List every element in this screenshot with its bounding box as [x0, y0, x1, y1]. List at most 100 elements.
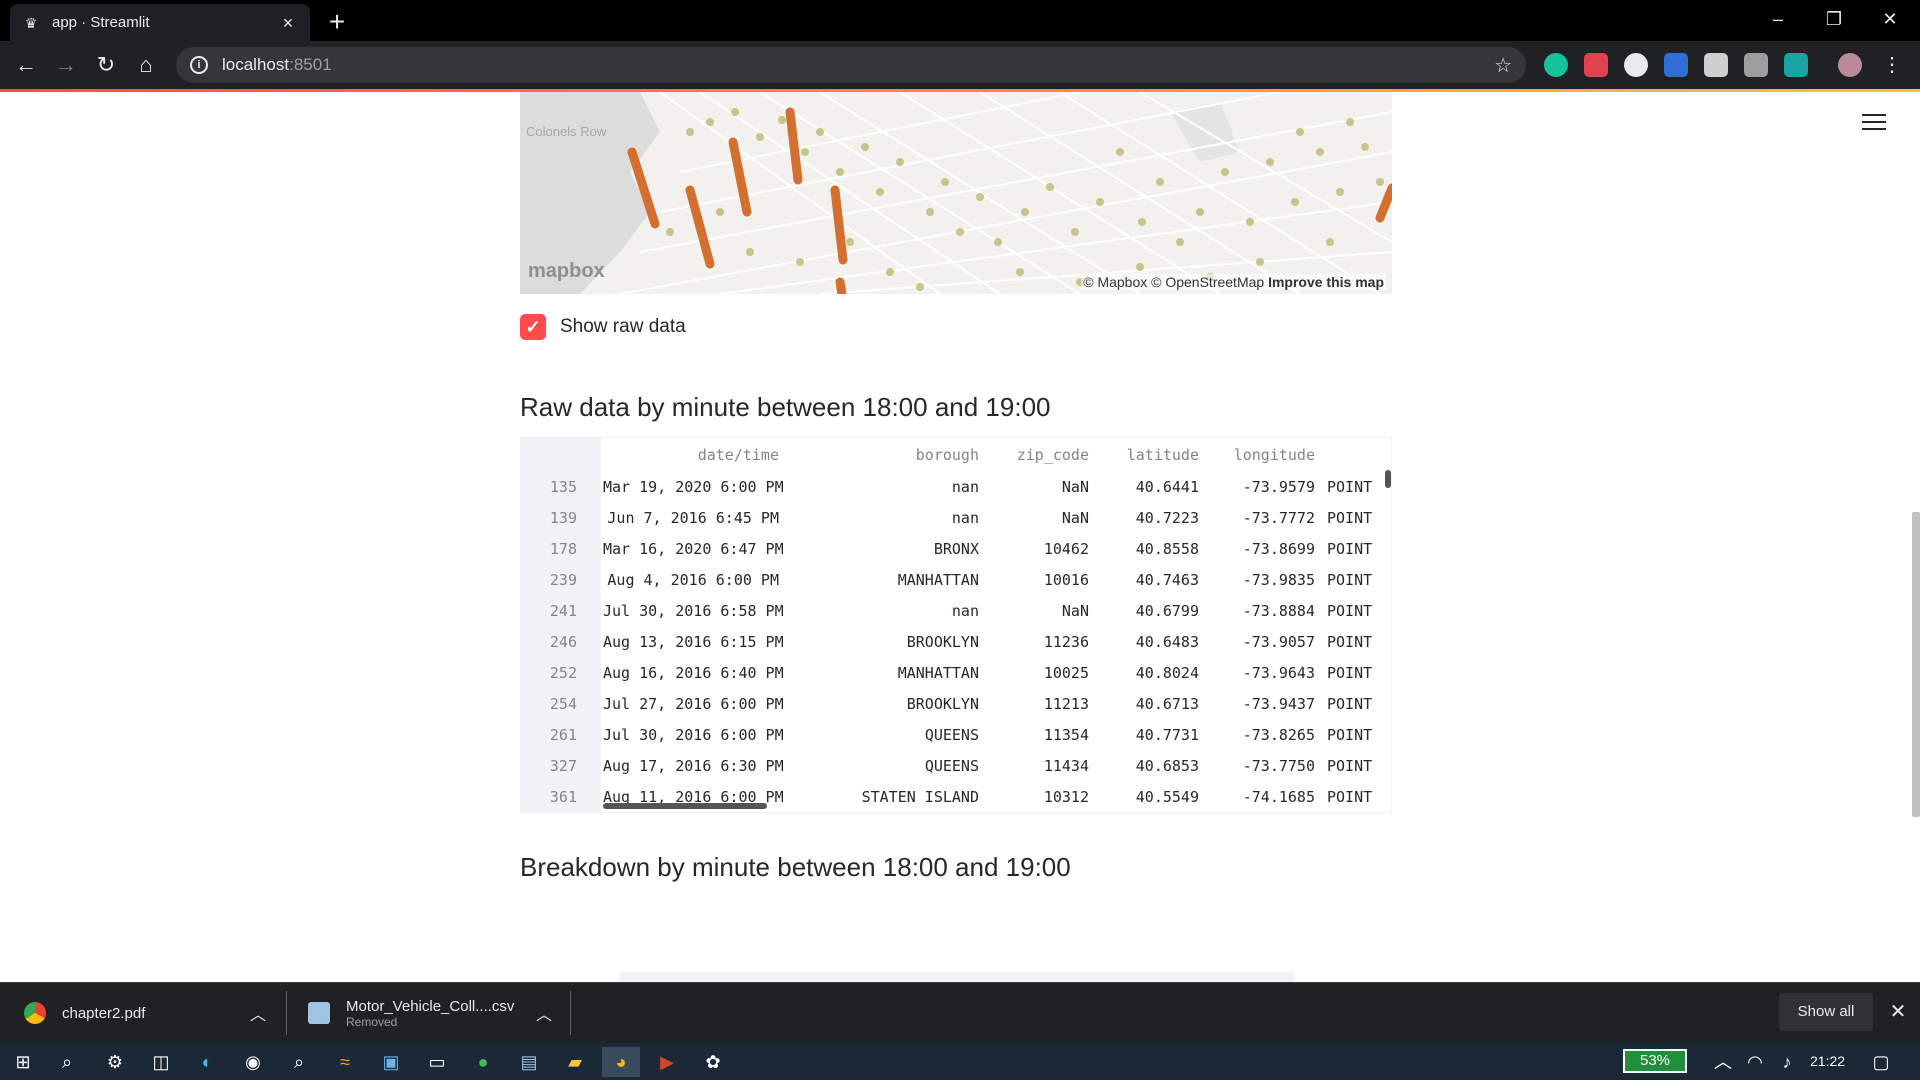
app-icon[interactable]: ≈ — [330, 1047, 360, 1077]
chevron-up-icon[interactable]: ︿ — [250, 1001, 266, 1025]
bookmark-star-icon[interactable]: ☆ — [1494, 53, 1512, 78]
notepad-icon[interactable]: ▤ — [514, 1047, 544, 1077]
search-icon[interactable]: ⌕ — [52, 1047, 82, 1077]
table-row[interactable]: 261 Jul 30, 2016 6:00 PM QUEENS 11354 40.773… — [521, 720, 1391, 751]
table-row[interactable]: 139 Jun 7, 2016 6:45 PM nan NaN 40.7223 -73.7… — [521, 503, 1391, 534]
table-row[interactable]: 327 Aug 17, 2016 6:30 PM QUEENS 11434 40.685… — [521, 751, 1391, 782]
show-raw-data-checkbox[interactable]: ✓ Show raw data — [520, 314, 686, 340]
store-icon[interactable]: ◫ — [146, 1047, 176, 1077]
page-scrollbar[interactable] — [1912, 512, 1920, 817]
cell-point: POINT — [1327, 478, 1373, 496]
cell-latitude: 40.6483 — [1135, 633, 1199, 651]
table-vertical-scrollbar[interactable] — [1385, 470, 1391, 488]
table-horizontal-scrollbar[interactable] — [603, 803, 767, 809]
show-all-downloads-button[interactable]: Show all — [1779, 993, 1873, 1031]
deckgl-map[interactable]: Colonels Row mapbox © Mapbox © OpenStree… — [520, 92, 1392, 294]
volume-icon[interactable]: ♪ — [1772, 1047, 1802, 1077]
csv-file-icon — [308, 1002, 330, 1024]
hamburger-menu-icon[interactable] — [1862, 114, 1886, 134]
chevron-up-icon[interactable]: ︿ — [536, 1001, 552, 1025]
cell-borough: QUEENS — [924, 757, 979, 775]
windows-start-icon[interactable]: ⊞ — [8, 1047, 38, 1077]
settings-gear-icon[interactable]: ⚙ — [100, 1047, 130, 1077]
attribution-text[interactable]: © Mapbox © OpenStreetMap — [1083, 274, 1264, 290]
column-header-longitude[interactable]: longitude — [1211, 438, 1315, 472]
file-explorer-icon[interactable]: ▰ — [560, 1047, 590, 1077]
close-shelf-icon[interactable]: ✕ — [1884, 998, 1912, 1026]
battery-indicator[interactable]: 53% — [1623, 1049, 1687, 1073]
cell-point: POINT — [1327, 602, 1373, 620]
row-index: 135 — [549, 478, 577, 496]
reader-extension-icon[interactable] — [1704, 53, 1728, 77]
back-button[interactable]: ← — [8, 47, 44, 83]
notification-icon[interactable]: ▢ — [1866, 1047, 1896, 1077]
cell-borough: BRONX — [933, 540, 979, 558]
table-row[interactable]: 178 Mar 16, 2020 6:47 PM BRONX 10462 40.8558… — [521, 534, 1391, 565]
column-header-zip-code[interactable]: zip_code — [991, 438, 1089, 472]
powerpoint-icon[interactable]: ▶ — [652, 1047, 682, 1077]
chrome-taskbar-icon[interactable]: ◕ — [602, 1047, 640, 1077]
minimize-button[interactable]: – — [1750, 0, 1806, 41]
checkbox-checked-icon[interactable]: ✓ — [520, 314, 546, 340]
pdf-extension-icon[interactable] — [1584, 53, 1608, 77]
app-icon[interactable]: ✿ — [698, 1047, 728, 1077]
edge-icon[interactable]: ◐ — [192, 1047, 222, 1077]
taskbar-clock[interactable]: 21:22 — [1810, 1043, 1845, 1080]
search-app-icon[interactable]: ⌕ — [284, 1047, 314, 1077]
terminal-icon[interactable]: ▭ — [422, 1047, 452, 1077]
home-button[interactable]: ⌂ — [128, 47, 164, 83]
table-row[interactable]: 252 Aug 16, 2016 6:40 PM MANHATTAN 10025 40.… — [521, 658, 1391, 689]
browser-tab[interactable]: ♛ app · Streamlit × — [10, 4, 310, 41]
table-row[interactable]: 241 Jul 30, 2016 6:58 PM nan NaN 40.6799 -73.… — [521, 596, 1391, 627]
app-icon[interactable]: ▣ — [376, 1047, 406, 1077]
cell-latitude: 40.6799 — [1135, 602, 1199, 620]
cell-latitude: 40.7223 — [1135, 509, 1199, 527]
breakdown-chart-top-edge — [620, 972, 1294, 982]
notion-extension-icon[interactable] — [1784, 53, 1808, 77]
zip-extension-icon[interactable] — [1664, 53, 1688, 77]
forward-button[interactable]: → — [48, 47, 84, 83]
wifi-icon[interactable]: ◠ — [1740, 1047, 1770, 1077]
row-index: 241 — [549, 602, 577, 620]
table-row[interactable]: 254 Jul 27, 2016 6:00 PM BROOKLYN 11213 40.6… — [521, 689, 1391, 720]
address-bar[interactable]: i localhost:8501 ☆ — [176, 47, 1526, 83]
table-row[interactable]: 246 Aug 13, 2016 6:15 PM BROOKLYN 11236 40.6… — [521, 627, 1391, 658]
column-header-latitude[interactable]: latitude — [1101, 438, 1199, 472]
profile-avatar[interactable] — [1838, 53, 1862, 77]
improve-map-link[interactable]: Improve this map — [1268, 274, 1384, 290]
grammarly-extension-icon[interactable] — [1544, 53, 1568, 77]
table-row[interactable]: 135 Mar 19, 2020 6:00 PM nan NaN 40.6441 -73.… — [521, 472, 1391, 503]
close-window-button[interactable]: ✕ — [1862, 0, 1918, 41]
row-index: 327 — [549, 757, 577, 775]
cell-longitude: -73.9437 — [1242, 695, 1315, 713]
extension-icon[interactable] — [1744, 53, 1768, 77]
more-menu-icon[interactable]: ⋮ — [1880, 53, 1904, 77]
url-text[interactable]: localhost:8501 — [222, 55, 1494, 75]
cell-point: POINT — [1327, 633, 1373, 651]
cell-latitude: 40.8558 — [1135, 540, 1199, 558]
reload-button[interactable]: ↻ — [88, 47, 124, 83]
cell-longitude: -73.9057 — [1242, 633, 1315, 651]
mapbox-logo: mapbox — [528, 260, 605, 282]
column-header-borough[interactable]: borough — [811, 438, 979, 472]
column-header-datetime[interactable]: date/time — [603, 438, 779, 472]
site-info-icon[interactable]: i — [190, 56, 208, 74]
new-tab-button[interactable]: + — [322, 8, 352, 38]
app-icon[interactable]: ● — [468, 1047, 498, 1077]
cell-borough: BROOKLYN — [906, 695, 979, 713]
download-item-chapter2[interactable]: chapter2.pdf ︿ — [24, 983, 272, 1043]
media-icon[interactable]: ◉ — [238, 1047, 268, 1077]
speed-extension-icon[interactable] — [1624, 53, 1648, 77]
row-index: 178 — [549, 540, 577, 558]
cell-datetime: Aug 17, 2016 6:30 PM — [603, 757, 784, 775]
close-tab-icon[interactable]: × — [278, 13, 298, 33]
table-row[interactable]: 239 Aug 4, 2016 6:00 PM MANHATTAN 10016 40.7… — [521, 565, 1391, 596]
row-index: 139 — [549, 509, 577, 527]
raw-data-table[interactable]: date/time borough zip_code latitude long… — [520, 437, 1392, 813]
download-item-csv[interactable]: Motor_Vehicle_Coll....csv Removed ︿ — [308, 983, 558, 1043]
restore-button[interactable]: ❐ — [1806, 0, 1862, 41]
cell-datetime: Jul 30, 2016 6:58 PM — [603, 602, 784, 620]
row-index: 261 — [549, 726, 577, 744]
cell-datetime: Jul 27, 2016 6:00 PM — [603, 695, 784, 713]
chevron-up-icon[interactable]: ︿ — [1708, 1047, 1738, 1077]
